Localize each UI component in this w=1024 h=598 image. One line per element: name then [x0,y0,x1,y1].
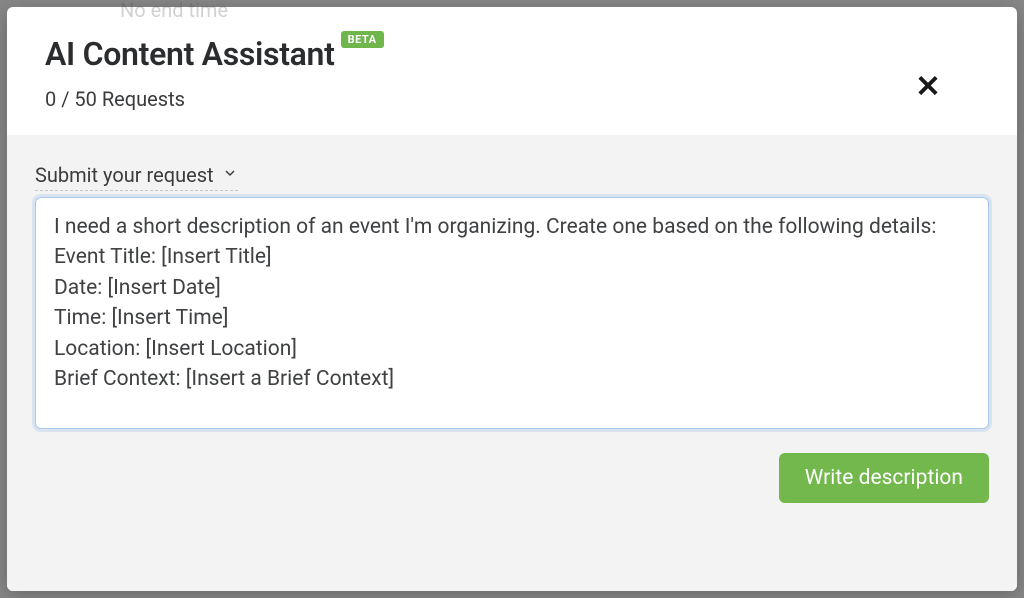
beta-badge: BETA [341,31,384,48]
modal-title-text: AI Content Assistant [45,35,335,73]
modal-header: AI Content Assistant BETA 0 / 50 Request… [7,7,1017,135]
title-row: AI Content Assistant BETA [45,35,979,73]
request-textarea[interactable] [35,197,989,429]
request-section-toggle[interactable]: Submit your request [35,163,238,191]
modal-body: Submit your request Write description [7,135,1017,591]
requests-counter: 0 / 50 Requests [45,87,979,111]
close-icon [915,82,941,101]
request-section-label: Submit your request [35,163,214,187]
modal-overlay: No end time AI Content Assistant BETA 0 … [0,0,1024,598]
ai-content-assistant-modal: AI Content Assistant BETA 0 / 50 Request… [7,7,1017,591]
close-button[interactable] [915,71,941,101]
action-row: Write description [35,453,989,503]
write-description-button[interactable]: Write description [779,453,989,503]
chevron-down-icon [222,165,238,185]
modal-title: AI Content Assistant BETA [45,35,335,73]
